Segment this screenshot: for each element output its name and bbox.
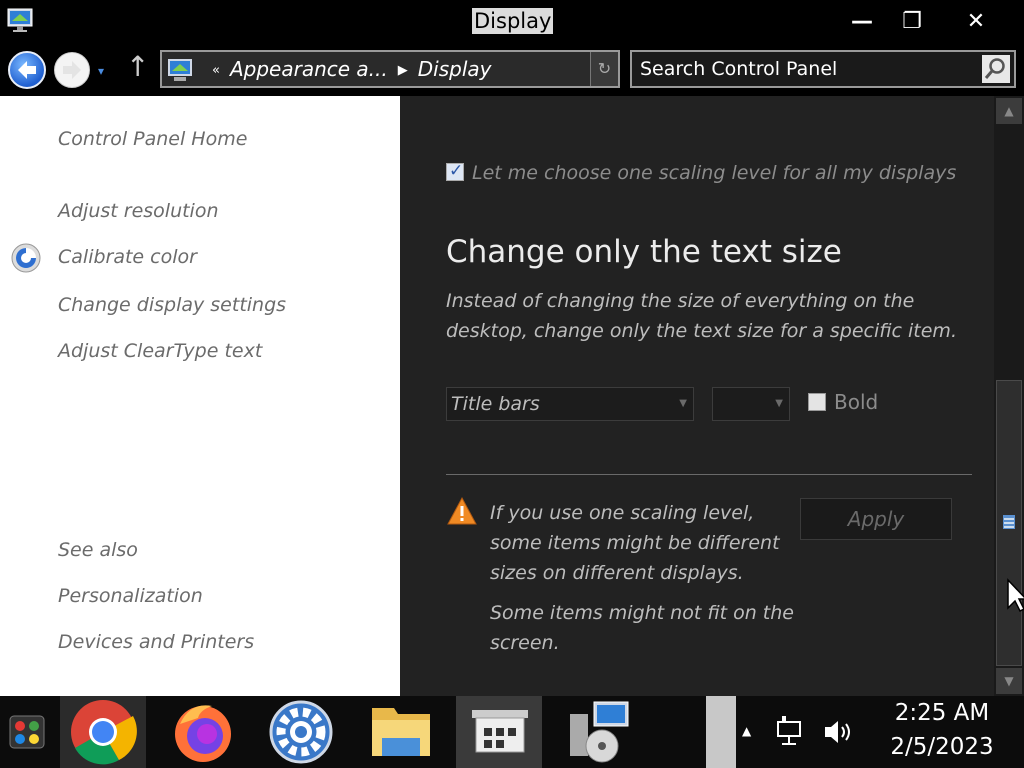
control-panel-home-link[interactable]: Control Panel Home [58,128,247,150]
control-panel-icon [168,59,192,81]
bold-checkbox[interactable] [808,393,826,411]
section-divider [446,474,972,475]
warning-text: If you use one scaling level, some items… [490,502,780,584]
main-content: Let me choose one scaling level for all … [400,96,994,696]
mouse-cursor-icon [1007,578,1024,613]
scroll-thumb[interactable] [996,380,1022,666]
bold-checkbox-row[interactable]: Bold [808,390,878,414]
scroll-up-button[interactable]: ▲ [996,98,1022,124]
file-explorer-icon [372,708,430,756]
volume-icon[interactable] [822,716,856,748]
breadcrumb-appearance[interactable]: Appearance a... [230,57,388,81]
up-button[interactable]: ↑ [126,50,149,83]
see-also-heading: See also [58,539,138,561]
search-box[interactable] [630,50,1016,88]
adjust-resolution-link[interactable]: Adjust resolution [58,200,219,222]
back-arrow-icon [18,61,36,79]
section-description: Instead of changing the size of everythi… [446,290,957,342]
taskbar-firefox[interactable] [160,696,246,768]
devices-and-printers-link[interactable]: Devices and Printers [58,631,254,653]
chevron-down-icon: ▼ [775,398,783,409]
apply-button[interactable]: Apply [800,498,952,540]
minimize-button[interactable]: — [842,8,882,36]
clock-time[interactable]: 2:25 AM [880,700,1004,726]
maximize-button[interactable]: ❐ [892,8,932,36]
bold-label: Bold [834,390,879,414]
scaling-checkbox[interactable] [446,161,464,181]
size-select[interactable]: ▼ [712,387,790,421]
taskbar: ▲ 2:25 AM 2/5/2023 [0,696,1024,768]
forward-arrow-icon [63,61,81,79]
media-setup-icon [570,701,629,763]
taskbar-media-setup[interactable] [556,696,642,768]
taskbar-pinned-slot[interactable] [706,696,736,768]
calibrate-color-link[interactable]: Calibrate color [58,246,197,268]
control-panel-icon [472,710,528,753]
taskbar-palette[interactable] [0,696,58,768]
display-app-icon [7,8,33,32]
refresh-button[interactable]: ↻ [590,52,618,86]
sidebar: Control Panel Home Adjust resolution Cal… [0,96,400,696]
scaling-checkbox-label: Let me choose one scaling level for all … [472,162,957,184]
breadcrumb-overflow-icon[interactable]: « [212,63,220,78]
taskbar-control-panel[interactable] [456,696,542,768]
search-button[interactable] [982,55,1010,83]
window-title: Display [472,8,554,34]
adjust-cleartype-link[interactable]: Adjust ClearType text [58,340,262,362]
taskbar-file-explorer[interactable] [358,696,444,768]
scroll-grip-icon [1003,515,1015,529]
navigation-bar: ▾ ↑ « Appearance a... ▶ Display ↻ [0,44,1024,96]
title-bar: Display — ❐ ✕ [0,0,1024,44]
item-select-value: Title bars [451,393,540,415]
chrome-icon [71,700,137,765]
taskbar-settings[interactable] [258,696,344,768]
clock-date[interactable]: 2/5/2023 [880,734,1004,760]
breadcrumb[interactable]: « Appearance a... ▶ Display [206,52,491,86]
change-display-settings-link[interactable]: Change display settings [58,294,286,316]
scaling-checkbox-row[interactable]: Let me choose one scaling level for all … [446,161,957,184]
recent-pages-dropdown[interactable]: ▾ [98,64,104,78]
address-bar[interactable]: « Appearance a... ▶ Display ↻ [160,50,620,88]
back-button[interactable] [8,51,46,89]
forward-button[interactable] [54,52,90,88]
color-palette-icon [9,715,45,749]
item-select[interactable]: Title bars ▼ [446,387,694,421]
search-icon [984,58,1005,79]
personalization-link[interactable]: Personalization [58,585,203,607]
breadcrumb-chevron-icon: ▶ [397,63,408,78]
search-input[interactable] [640,56,970,82]
scroll-down-button[interactable]: ▼ [996,668,1022,694]
show-hidden-icons-button[interactable]: ▲ [742,724,751,738]
breadcrumb-display[interactable]: Display [418,57,492,81]
close-button[interactable]: ✕ [956,8,996,36]
firefox-icon [175,705,231,762]
warning-icon [447,496,477,525]
warning-text-secondary: Some items might not fit on the screen. [490,602,794,654]
taskbar-chrome[interactable] [60,696,146,768]
section-heading: Change only the text size [446,234,842,270]
settings-gear-icon [269,700,333,764]
chevron-down-icon: ▼ [679,398,687,409]
calibrate-color-icon [11,243,41,273]
network-icon[interactable] [774,714,806,748]
